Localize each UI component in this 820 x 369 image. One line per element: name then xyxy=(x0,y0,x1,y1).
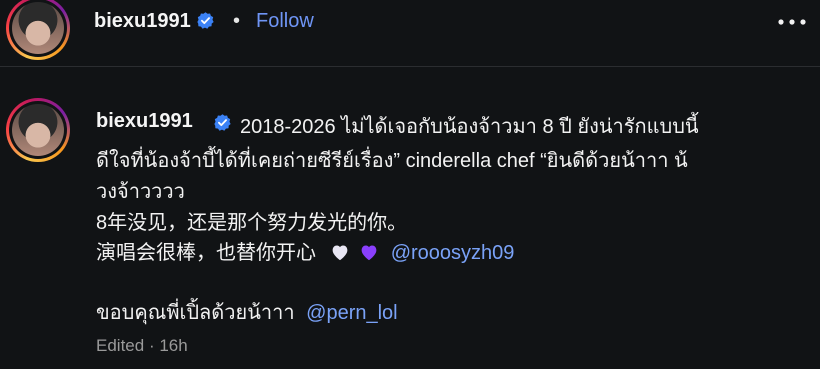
profile-avatar[interactable] xyxy=(6,0,70,60)
verified-badge-icon xyxy=(214,114,231,131)
white-heart-icon xyxy=(332,245,347,261)
avatar-photo xyxy=(12,104,64,156)
caption-line-6-text: ขอบคุณพี่เปิ้ลด้วยน้าาา xyxy=(96,302,295,324)
avatar-photo xyxy=(12,2,64,54)
caption-line-5-text: 演唱会很棒，也替你开心 xyxy=(96,242,316,264)
post-avatar[interactable] xyxy=(6,98,70,162)
follow-button[interactable]: Follow xyxy=(256,10,314,33)
caption-line-3: วงจ้าวววว xyxy=(96,181,185,203)
edited-label: Edited xyxy=(96,336,145,355)
caption-line-5: 演唱会很棒，也替你开心 @rooosyzh09 xyxy=(96,236,514,265)
verified-badge-icon xyxy=(197,12,214,29)
more-options-icon[interactable] xyxy=(772,2,812,42)
post-username[interactable]: biexu1991 xyxy=(96,110,193,133)
mention-link[interactable]: @rooosyzh09 xyxy=(391,242,515,264)
username-text[interactable]: biexu1991 xyxy=(94,10,191,32)
header-username[interactable]: biexu1991 xyxy=(94,10,215,33)
caption-line-1: 2018-2026 ไม่ได้เจอกับน้องจ้าวมา 8 ปี ยั… xyxy=(240,116,699,138)
separator-dot: • xyxy=(233,10,241,32)
header-divider xyxy=(0,66,820,67)
post-meta: Edited · 16h xyxy=(96,336,188,356)
meta-separator: · xyxy=(148,336,155,355)
caption-line-4: 8年没见，还是那个努力发光的你。 xyxy=(96,212,408,234)
caption-line-2: ดีใจที่น้องจ้าบี้ได้ที่เคยถ่ายซีรีย์เรื่… xyxy=(96,150,688,172)
mention-link[interactable]: @pern_lol xyxy=(306,302,397,324)
post-timestamp[interactable]: 16h xyxy=(159,336,187,355)
post-header: biexu1991 • Follow xyxy=(0,0,820,60)
purple-heart-icon xyxy=(361,245,377,261)
caption-line-6: ขอบคุณพี่เปิ้ลด้วยน้าาา @pern_lol xyxy=(96,296,398,328)
